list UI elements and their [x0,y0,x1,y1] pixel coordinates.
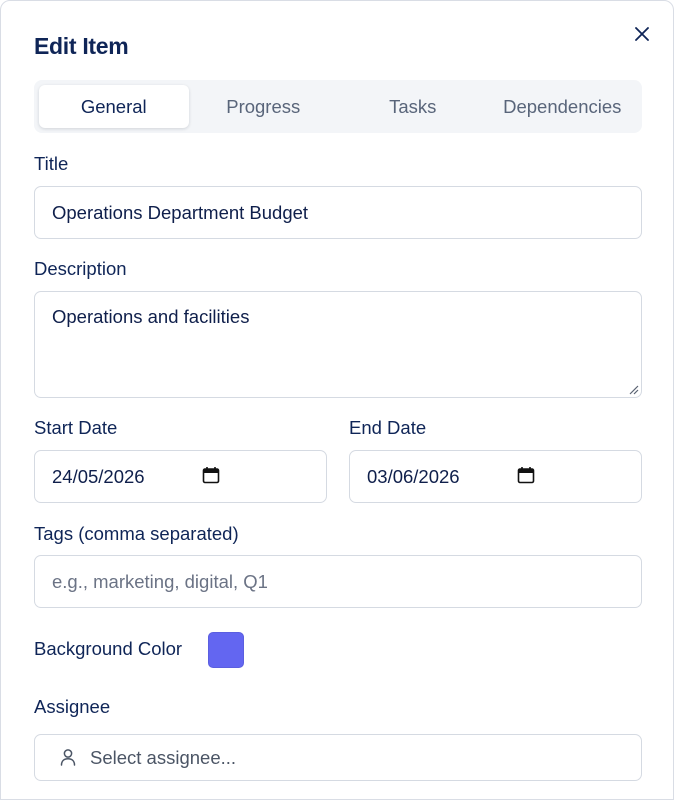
dialog-title: Edit Item [34,33,129,59]
title-input[interactable]: Operations Department Budget [34,186,642,239]
end-date-label: End Date [349,417,427,438]
assignee-placeholder: Select assignee... [90,746,237,768]
background-color-swatch[interactable] [208,632,244,668]
tab-general[interactable]: General [39,85,189,128]
tab-bar: General Progress Tasks Dependencies [34,80,642,133]
title-value: Operations Department Budget [52,201,309,223]
tab-progress[interactable]: Progress [189,85,339,128]
start-date-value: 24/05/2026 [52,465,145,487]
user-icon [60,749,76,766]
description-textarea[interactable]: Operations and facilities [34,291,642,398]
description-value: Operations and facilities [52,306,250,327]
edit-item-dialog: Edit Item General Progress Tasks Depende… [0,0,674,800]
tags-placeholder: e.g., marketing, digital, Q1 [52,570,268,592]
close-icon [635,27,649,41]
tags-label: Tags (comma separated) [34,523,239,544]
tab-tasks[interactable]: Tasks [338,85,488,128]
description-label: Description [34,258,127,279]
start-date-input[interactable]: 24/05/2026 [34,450,327,503]
start-date-label: Start Date [34,417,118,438]
tab-dependencies[interactable]: Dependencies [488,85,638,128]
end-date-value: 03/06/2026 [367,465,460,487]
calendar-icon[interactable] [517,466,535,484]
assignee-select[interactable]: Select assignee... [34,734,642,781]
tags-input[interactable]: e.g., marketing, digital, Q1 [34,555,642,608]
close-button[interactable] [631,23,653,45]
resize-handle-icon[interactable] [628,384,639,395]
calendar-icon[interactable] [202,466,220,484]
assignee-label: Assignee [34,696,111,717]
end-date-input[interactable]: 03/06/2026 [349,450,642,503]
background-color-label: Background Color [34,638,183,659]
title-label: Title [34,153,69,174]
